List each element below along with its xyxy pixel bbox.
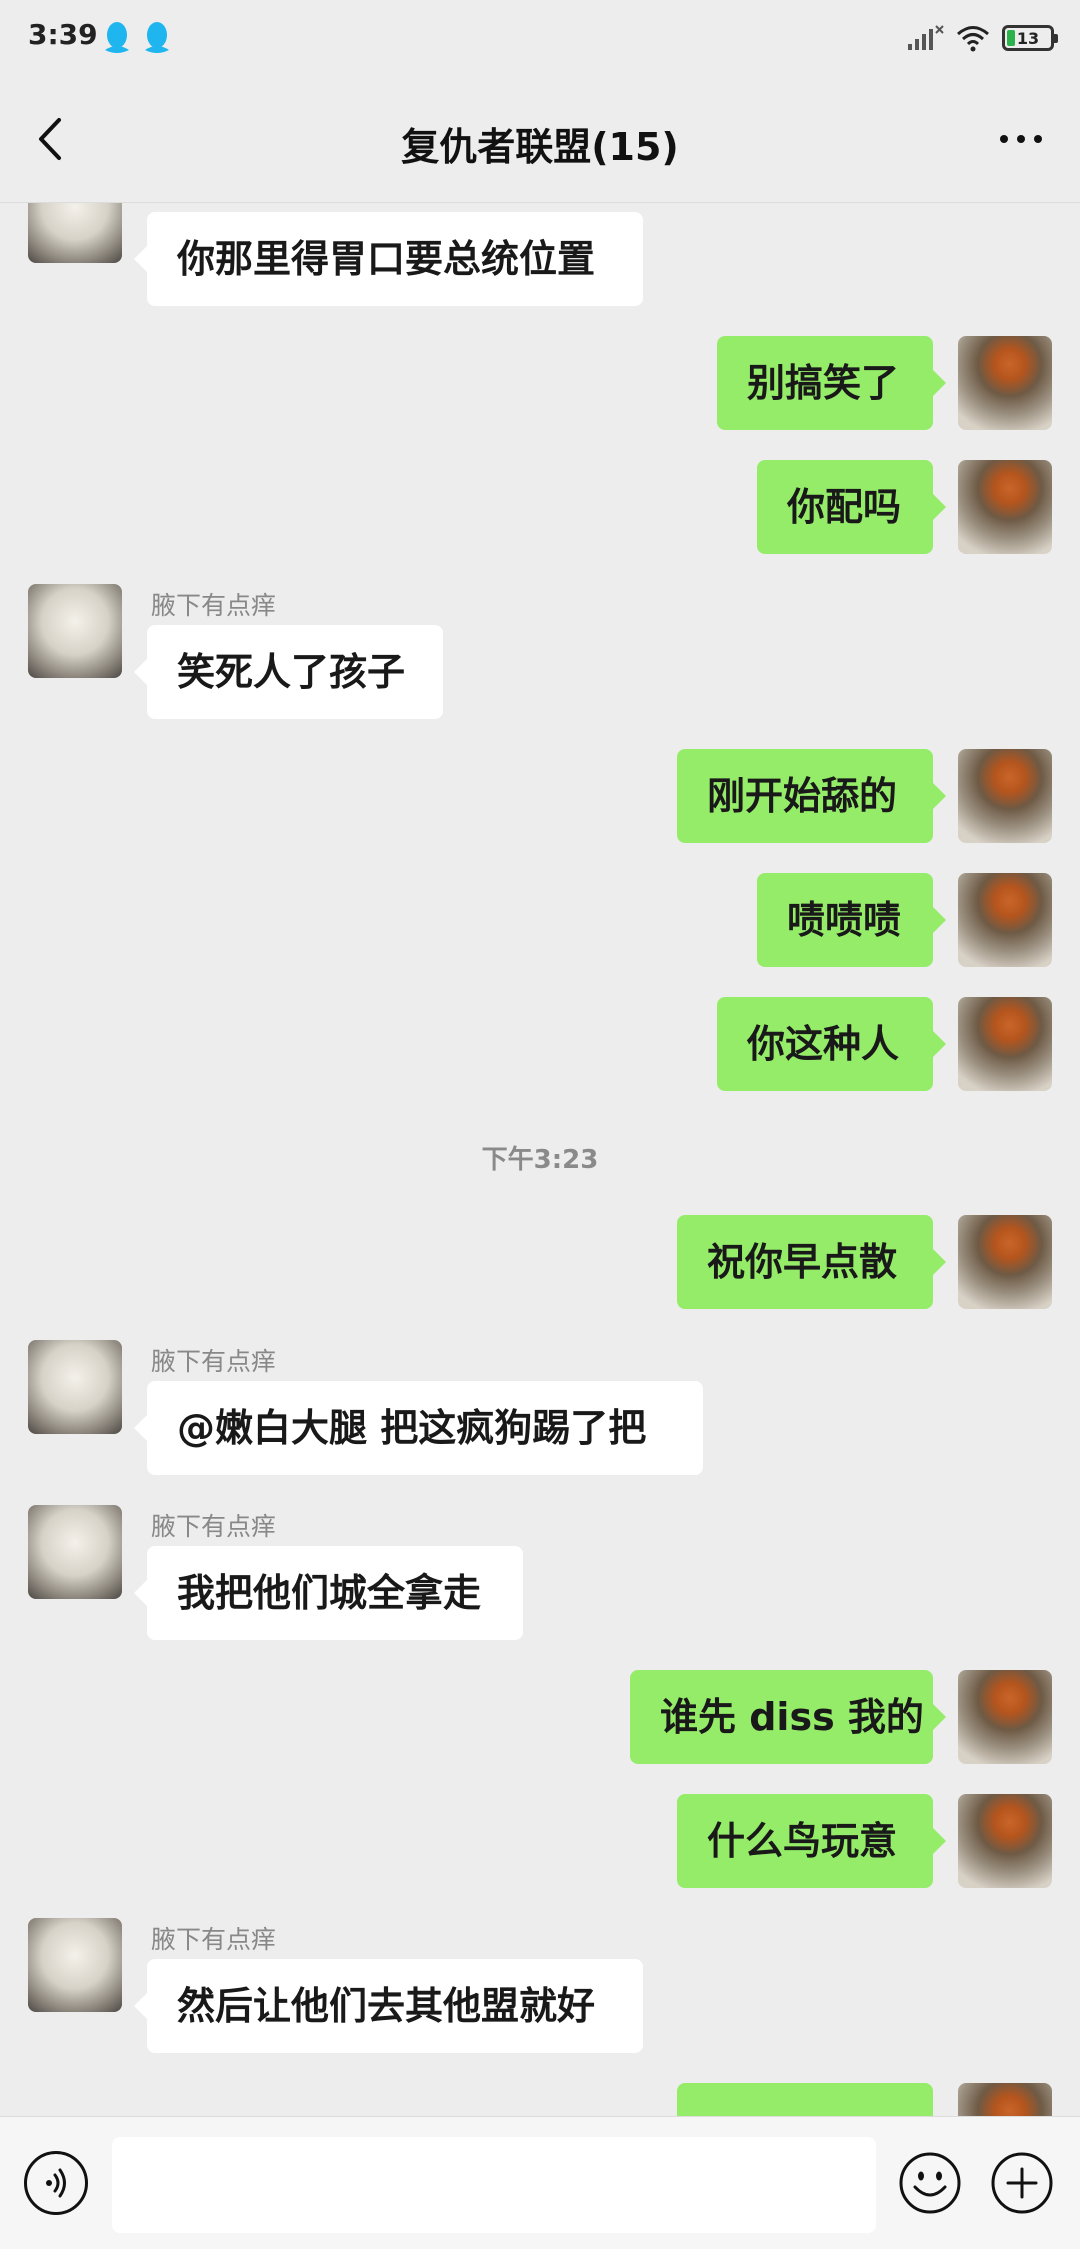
more-icon	[1017, 135, 1025, 143]
message-bubble[interactable]: 你这种人	[717, 997, 946, 1091]
qq-icon	[105, 22, 129, 53]
battery-level: 13	[1016, 28, 1040, 48]
message-bubble[interactable]: 刚开始舔的	[677, 749, 946, 843]
sender-name: 腋下有点痒	[151, 1347, 277, 1376]
message-bubble-partial[interactable]	[677, 2083, 933, 2116]
chat-area[interactable]: 你那里得胃口要总统位置 别搞笑了 你配吗 腋下有点痒 笑死人了孩子 刚开始舔的 …	[0, 203, 1080, 2116]
avatar[interactable]	[958, 1215, 1052, 1309]
chat-title: 复仇者联盟(15)	[401, 125, 679, 169]
message-bubble[interactable]: 笑死人了孩子	[134, 625, 443, 719]
message-bubble[interactable]: 我把他们城全拿走	[134, 1546, 523, 1640]
message-bubble[interactable]: @嫩白大腿 把这疯狗踢了把	[134, 1381, 703, 1475]
status-time: 3:39	[28, 18, 98, 51]
avatar[interactable]	[28, 1340, 122, 1434]
more-icon	[1034, 135, 1042, 143]
avatar[interactable]	[958, 336, 1052, 430]
message-bubble[interactable]: 什么鸟玩意	[677, 1794, 946, 1888]
sender-name: 腋下有点痒	[151, 1925, 277, 1954]
signal-icon	[908, 25, 944, 50]
plus-icon[interactable]	[990, 2151, 1054, 2215]
message-bubble[interactable]: 啧啧啧	[757, 873, 946, 967]
status-icons: 13	[908, 20, 1058, 56]
time-divider: 下午3:23	[481, 1145, 599, 1175]
avatar[interactable]	[958, 460, 1052, 554]
message-bubble[interactable]: 然后让他们去其他盟就好	[134, 1959, 643, 2053]
message-bubble[interactable]: 谁先 diss 我的	[630, 1670, 946, 1764]
more-button[interactable]	[986, 106, 1056, 172]
message-bubble[interactable]: 祝你早点散	[677, 1215, 946, 1309]
avatar[interactable]	[958, 873, 1052, 967]
sender-name: 腋下有点痒	[151, 1512, 277, 1541]
avatar[interactable]	[958, 997, 1052, 1091]
avatar[interactable]	[28, 584, 122, 678]
more-icon	[1000, 135, 1008, 143]
voice-button[interactable]	[24, 2151, 88, 2215]
battery-icon: 13	[1002, 25, 1058, 51]
nav-bar: 复仇者联盟(15)	[0, 76, 1080, 203]
input-bar	[0, 2116, 1080, 2249]
status-bar: 3:39 13	[0, 0, 1080, 76]
emoji-icon[interactable]	[898, 2151, 962, 2215]
wifi-icon	[957, 26, 989, 52]
avatar[interactable]	[958, 749, 1052, 843]
message-bubble[interactable]: 你配吗	[757, 460, 946, 554]
message-bubble[interactable]: 别搞笑了	[717, 336, 946, 430]
avatar[interactable]	[958, 1670, 1052, 1764]
message-input[interactable]	[112, 2137, 876, 2233]
sender-name: 腋下有点痒	[151, 591, 277, 620]
avatar[interactable]	[28, 1505, 122, 1599]
avatar[interactable]	[28, 203, 122, 263]
message-bubble[interactable]: 你那里得胃口要总统位置	[134, 212, 643, 306]
avatar[interactable]	[958, 1794, 1052, 1888]
voice-icon	[46, 2168, 66, 2198]
avatar[interactable]	[28, 1918, 122, 2012]
avatar[interactable]	[958, 2083, 1052, 2116]
qq-icon	[145, 22, 169, 53]
